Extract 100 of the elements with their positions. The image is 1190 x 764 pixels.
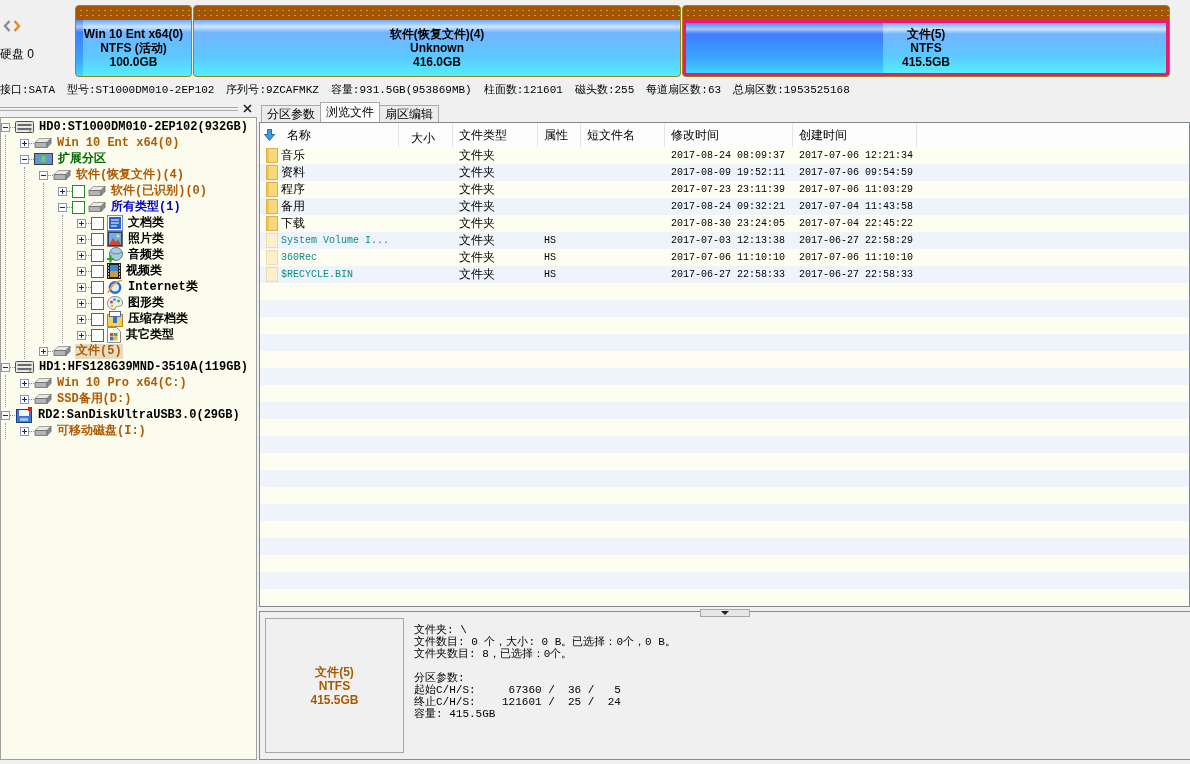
plus-box-icon[interactable]: [77, 218, 86, 228]
disk-property: 每道扇区数:63: [646, 82, 722, 97]
checkbox[interactable]: [91, 248, 104, 262]
hard-drive-icon: [88, 185, 106, 197]
tree-item[interactable]: Win 10 Ent x64(0): [56, 135, 181, 151]
checkbox[interactable]: [91, 216, 104, 230]
table-cell: 2017-07-04 11:43:58: [799, 201, 914, 212]
tab[interactable]: 分区参数: [261, 105, 321, 122]
tree-item[interactable]: 图形类: [127, 295, 165, 311]
tree-item[interactable]: Internet类: [127, 279, 199, 295]
table-cell: 2017-08-24 09:32:21: [671, 201, 786, 212]
minus-box-icon[interactable]: [39, 170, 48, 180]
tree-item[interactable]: RD2:SanDiskUltraUSB3.0(29GB): [37, 407, 241, 423]
table-cell: 文件夹: [459, 164, 495, 181]
tab[interactable]: 扇区编辑: [379, 105, 439, 122]
plus-box-icon[interactable]: [39, 346, 48, 356]
tree-item[interactable]: 其它类型: [125, 327, 175, 343]
table-cell: 2017-07-06 11:10:10: [671, 252, 786, 263]
filesystem-label: NTFS: [318, 678, 351, 693]
section-title: 分区参数:: [414, 672, 466, 684]
partition-name: 文件(5): [315, 664, 354, 679]
tree-item[interactable]: 可移动磁盘(I:): [56, 423, 147, 439]
table-cell: 文件夹: [459, 249, 495, 266]
minus-box-icon[interactable]: [20, 154, 29, 164]
plus-box-icon[interactable]: [77, 234, 86, 244]
checkbox[interactable]: [91, 312, 104, 326]
plus-box-icon[interactable]: [77, 282, 86, 292]
plus-box-icon[interactable]: [77, 250, 86, 260]
table-cell: 2017-07-04 22:45:22: [799, 218, 914, 229]
archive-icon: [107, 311, 123, 327]
hard-drive-icon: [88, 201, 106, 213]
tree-item[interactable]: 文档类: [127, 215, 165, 231]
checkbox[interactable]: [91, 232, 104, 246]
plus-box-icon[interactable]: [77, 314, 86, 324]
filesystem-label: NTFS (活动): [100, 41, 167, 55]
info-line: 文件夹数目: 8，已选择：0个。: [414, 648, 573, 660]
plus-box-icon[interactable]: [20, 426, 29, 436]
table-cell: 2017-07-06 11:03:29: [799, 184, 914, 195]
disk-property: 总扇区数:1953525168: [733, 82, 850, 97]
tree-item[interactable]: 文件(5): [75, 343, 123, 359]
tree-item[interactable]: HD1:HFS128G39MND-3510A(119GB): [38, 359, 249, 375]
table-cell: 文件夹: [459, 181, 495, 198]
tree-item[interactable]: 软件(恢复文件)(4): [75, 167, 185, 183]
checkbox[interactable]: [91, 264, 104, 278]
plus-box-icon[interactable]: [77, 266, 86, 276]
file-name: 下载: [281, 215, 305, 232]
info-line: 终止C/H/S: 121601 / 25 / 24: [414, 696, 622, 708]
disk-label: 硬盘 0: [0, 47, 35, 61]
folder-icon: [266, 199, 278, 214]
tree-item[interactable]: 软件(已识别)(0): [110, 183, 208, 199]
tree-item[interactable]: HD0:ST1000DM010-2EP102(932GB): [38, 119, 249, 135]
table-cell: 2017-08-30 23:24:05: [671, 218, 786, 229]
plus-box-icon[interactable]: [58, 186, 67, 196]
minus-box-icon[interactable]: [58, 202, 67, 212]
file-name: 音乐: [281, 147, 305, 164]
checkbox[interactable]: [91, 296, 104, 310]
plus-box-icon[interactable]: [77, 330, 86, 340]
file-name: 资料: [281, 164, 305, 181]
close-icon[interactable]: [243, 104, 252, 113]
folder-icon: [266, 182, 278, 197]
plus-box-icon[interactable]: [20, 138, 29, 148]
table-cell: 文件夹: [459, 232, 495, 249]
tree-item[interactable]: 扩展分区: [57, 151, 107, 167]
partition-block[interactable]: Win 10 Ent x64(0) NTFS (活动) 100.0GB: [75, 5, 192, 77]
checkbox[interactable]: [72, 200, 85, 214]
table-cell: HS: [544, 235, 556, 246]
collapse-button[interactable]: [700, 609, 750, 617]
disk-property: 型号:ST1000DM010-2EP102: [67, 82, 215, 97]
minus-box-icon[interactable]: [1, 122, 10, 132]
file-name: System Volume I...: [281, 235, 390, 246]
folder-icon: [266, 250, 278, 265]
film-icon: [107, 263, 121, 279]
tab[interactable]: 浏览文件: [320, 102, 380, 122]
tree-item[interactable]: 压缩存档类: [127, 311, 189, 327]
tree-item[interactable]: 音频类: [127, 247, 165, 263]
file-name: 360Rec: [281, 252, 317, 263]
checkbox[interactable]: [72, 184, 85, 198]
disk-property: 序列号:9ZCAFMKZ: [226, 82, 319, 97]
plus-box-icon[interactable]: [77, 298, 86, 308]
size-label: 415.5GB: [310, 692, 359, 707]
file-name: 备用: [281, 198, 305, 215]
minus-box-icon[interactable]: [1, 410, 10, 420]
partition-block[interactable]: 软件(恢复文件)(4) Unknown 416.0GB: [193, 5, 681, 77]
table-cell: 2017-08-24 08:09:37: [671, 150, 786, 161]
plus-box-icon[interactable]: [20, 378, 29, 388]
tree-item[interactable]: Win 10 Pro x64(C:): [56, 375, 188, 391]
disk-property: 接口:SATA: [0, 82, 55, 97]
info-line: 起始C/H/S: 67360 / 36 / 5: [414, 684, 622, 696]
tree-item[interactable]: 所有类型(1): [110, 199, 182, 215]
table-cell: 文件夹: [459, 147, 495, 164]
tree-item[interactable]: 视频类: [125, 263, 163, 279]
partition-block[interactable]: 文件(5) NTFS 415.5GB: [682, 5, 1170, 77]
tree-item[interactable]: 照片类: [127, 231, 165, 247]
checkbox[interactable]: [91, 280, 104, 294]
size-label: 416.0GB: [412, 55, 461, 69]
app-file-icon: [107, 327, 121, 343]
plus-box-icon[interactable]: [20, 394, 29, 404]
minus-box-icon[interactable]: [1, 362, 10, 372]
tree-item[interactable]: SSD备用(D:): [56, 391, 133, 407]
checkbox[interactable]: [91, 328, 104, 342]
